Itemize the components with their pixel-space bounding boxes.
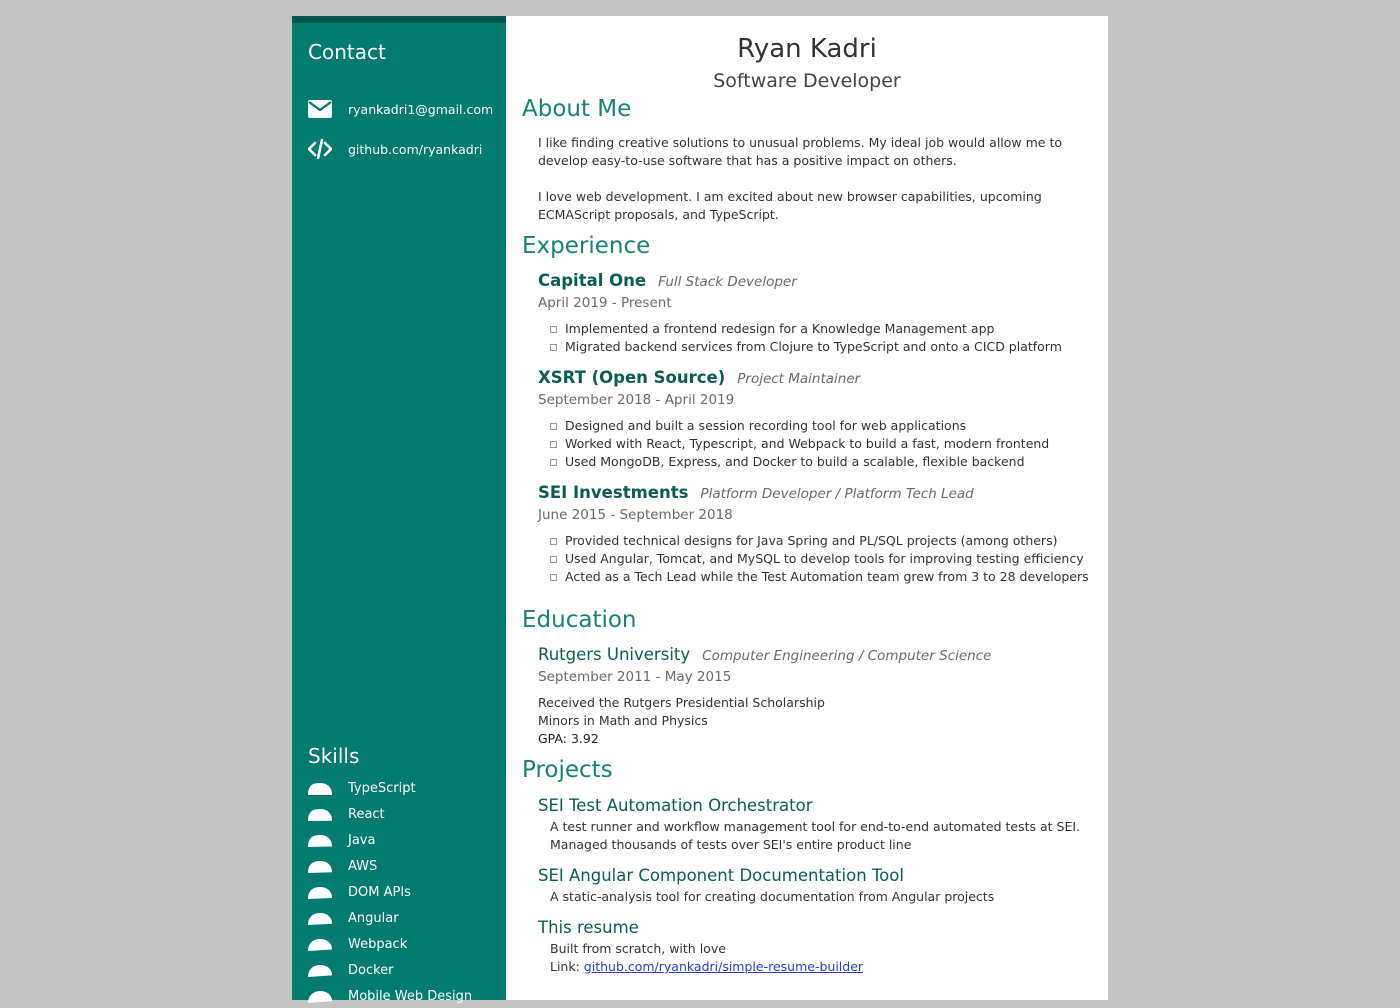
contact-email-text: ryankadri1@gmail.com bbox=[348, 101, 494, 117]
job-bullet: Provided technical designs for Java Spri… bbox=[550, 532, 1089, 550]
project-description: Built from scratch, with love bbox=[550, 941, 726, 956]
skill-level-icon bbox=[308, 885, 332, 899]
job-position: Platform Developer / Platform Tech Lead bbox=[700, 486, 974, 502]
job-bullets: Implemented a frontend redesign for a Kn… bbox=[550, 320, 1062, 356]
job-bullet: Used Angular, Tomcat, and MySQL to devel… bbox=[550, 550, 1089, 568]
job-title-row: SEI Investments Platform Developer / Pla… bbox=[538, 483, 974, 502]
project-link-label: Link: bbox=[550, 959, 584, 974]
job-title-row: XSRT (Open Source) Project Maintainer bbox=[538, 368, 860, 387]
skill-name: Mobile Web Design bbox=[348, 988, 473, 1004]
job-bullet: Migrated backend services from Clojure t… bbox=[550, 338, 1062, 356]
job-bullet: Designed and built a session recording t… bbox=[550, 417, 1049, 435]
job-bullet: Implemented a frontend redesign for a Kn… bbox=[550, 320, 1062, 338]
skill-level-icon bbox=[308, 937, 332, 951]
experience-heading: Experience bbox=[522, 233, 651, 259]
skill-item: Mobile Web Design bbox=[308, 987, 472, 1005]
job-bullets: Designed and built a session recording t… bbox=[550, 417, 1049, 471]
project-title: This resume bbox=[538, 918, 639, 937]
skill-name: Angular bbox=[348, 910, 399, 926]
skill-level-icon bbox=[308, 807, 332, 821]
school-dates: September 2011 - May 2015 bbox=[538, 669, 732, 685]
job-company: SEI Investments bbox=[538, 483, 689, 502]
skill-item: Docker bbox=[308, 961, 394, 979]
skills-heading: Skills bbox=[308, 744, 360, 768]
job-dates: September 2018 - April 2019 bbox=[538, 392, 735, 408]
job-title-row: Capital One Full Stack Developer bbox=[538, 271, 797, 290]
skill-level-icon bbox=[308, 911, 332, 925]
skill-level-icon bbox=[308, 859, 332, 873]
job-bullets: Provided technical designs for Java Spri… bbox=[550, 532, 1089, 586]
skill-name: React bbox=[348, 806, 385, 822]
skill-level-icon bbox=[308, 963, 332, 977]
code-icon bbox=[308, 139, 332, 159]
about-paragraph-2: I love web development. I am excited abo… bbox=[538, 189, 1042, 222]
job-bullet: Worked with React, Typescript, and Webpa… bbox=[550, 435, 1049, 453]
person-title: Software Developer bbox=[713, 70, 901, 92]
contact-heading: Contact bbox=[308, 40, 386, 64]
skill-item: Angular bbox=[308, 909, 399, 927]
skill-item: Webpack bbox=[308, 935, 407, 953]
envelope-icon bbox=[308, 99, 332, 119]
school-title-row: Rutgers University Computer Engineering … bbox=[538, 645, 991, 664]
job-bullet: Acted as a Tech Lead while the Test Auto… bbox=[550, 568, 1089, 586]
skill-name: Java bbox=[348, 832, 376, 848]
skill-name: Webpack bbox=[348, 936, 408, 952]
contact-email[interactable]: ryankadri1@gmail.com bbox=[308, 98, 493, 120]
about-heading: About Me bbox=[522, 96, 632, 122]
school-degree: Computer Engineering / Computer Science bbox=[702, 648, 992, 664]
sidebar: Contact ryankadri1@gmail.com github.com/… bbox=[292, 16, 506, 1004]
job-dates: April 2019 - Present bbox=[538, 295, 672, 311]
project-description: A test runner and workflow management to… bbox=[550, 819, 1081, 852]
skill-item: Java bbox=[308, 831, 375, 849]
person-name: Ryan Kadri bbox=[737, 34, 877, 64]
skill-name: Docker bbox=[348, 962, 394, 978]
skill-name: AWS bbox=[348, 858, 378, 874]
projects-heading: Projects bbox=[522, 757, 613, 783]
skill-level-icon bbox=[308, 833, 332, 847]
skill-name: TypeScript bbox=[348, 780, 416, 796]
project-link-line: Link: github.com/ryankadri/simple-resume… bbox=[550, 958, 1090, 976]
education-note: Received the Rutgers Presidential Schola… bbox=[538, 695, 825, 710]
education-gpa: GPA: 3.92 bbox=[538, 731, 599, 746]
project-description: A static-analysis tool for creating docu… bbox=[550, 889, 995, 904]
skill-item: TypeScript bbox=[308, 779, 416, 797]
about-paragraph-1: I like finding creative solutions to unu… bbox=[538, 135, 1063, 168]
skill-item: React bbox=[308, 805, 385, 823]
job-dates: June 2015 - September 2018 bbox=[538, 507, 733, 523]
job-position: Full Stack Developer bbox=[658, 274, 797, 290]
school-name: Rutgers University bbox=[538, 645, 691, 664]
project-title: SEI Angular Component Documentation Tool bbox=[538, 866, 904, 885]
job-position: Project Maintainer bbox=[737, 371, 861, 387]
education-heading: Education bbox=[522, 607, 637, 633]
education-note: Minors in Math and Physics bbox=[538, 713, 708, 728]
contact-github-text: github.com/ryankadri bbox=[348, 141, 483, 157]
job-company: XSRT (Open Source) bbox=[538, 368, 726, 387]
skill-name: DOM APIs bbox=[348, 884, 411, 900]
project-title: SEI Test Automation Orchestrator bbox=[538, 796, 813, 815]
main-content: Ryan Kadri Software Developer About Me I… bbox=[506, 16, 1108, 1000]
contact-github[interactable]: github.com/ryankadri bbox=[308, 138, 482, 160]
project-link[interactable]: github.com/ryankadri/simple-resume-build… bbox=[584, 959, 863, 974]
skill-item: DOM APIs bbox=[308, 883, 411, 901]
resume-page: Contact ryankadri1@gmail.com github.com/… bbox=[292, 16, 1108, 1004]
job-bullet: Used MongoDB, Express, and Docker to bui… bbox=[550, 453, 1049, 471]
skill-item: AWS bbox=[308, 857, 377, 875]
skill-level-icon bbox=[308, 989, 332, 1003]
job-company: Capital One bbox=[538, 271, 647, 290]
skill-level-icon bbox=[308, 781, 332, 795]
